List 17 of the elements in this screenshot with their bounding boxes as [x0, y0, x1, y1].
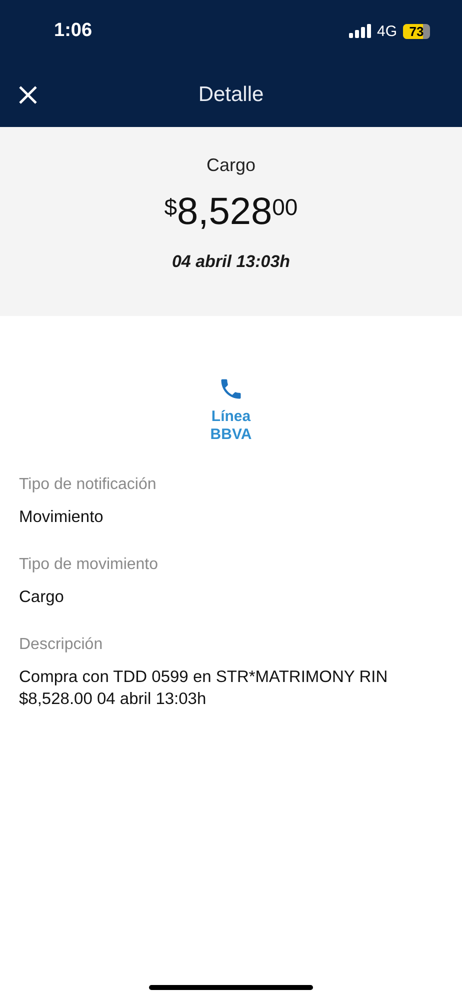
field-value: Cargo — [19, 587, 65, 608]
amount-cents: 00 — [272, 194, 298, 221]
call-button[interactable]: Línea BBVA — [206, 376, 256, 444]
field-label: Descripción — [19, 636, 104, 654]
network-label: 4G — [376, 22, 397, 40]
field-label: Tipo de movimiento — [19, 556, 160, 574]
signal-icon — [348, 24, 371, 38]
transaction-date: 04 abril 13:03h — [172, 252, 290, 272]
screen-title: Detalle — [198, 82, 264, 106]
close-icon — [18, 84, 38, 104]
field-value: Movimiento — [19, 507, 104, 528]
clock-time: 1:06 — [54, 20, 92, 42]
field-label: Tipo de notificación — [19, 476, 158, 494]
amount: 8,528 — [177, 190, 272, 234]
field-value: Compra con TDD 0599 en STR*MATRIMONY RIN $8,528.00 04 abril 13:03h — [19, 667, 389, 710]
transaction-type: Cargo — [206, 155, 256, 176]
currency-symbol: $ — [164, 194, 178, 221]
